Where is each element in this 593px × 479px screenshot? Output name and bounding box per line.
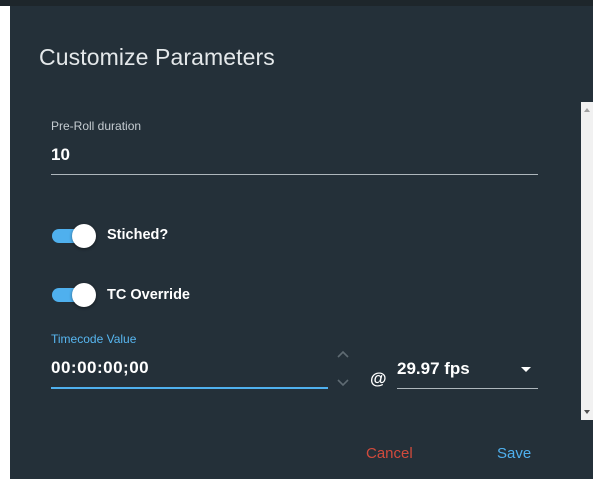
tc-override-toggle[interactable] (50, 283, 96, 307)
stitched-label: Stiched? (107, 227, 169, 243)
timecode-input[interactable]: 00:00:00;00 (51, 358, 149, 378)
preroll-input[interactable]: 10 (51, 145, 70, 165)
toggle-knob (72, 224, 96, 248)
preroll-underline (51, 174, 538, 175)
stitched-toggle[interactable] (50, 224, 96, 248)
at-separator: @ (370, 369, 387, 388)
cancel-button[interactable]: Cancel (366, 445, 413, 462)
scrollbar[interactable] (581, 102, 593, 420)
toggle-knob (72, 283, 96, 307)
tc-override-label: TC Override (107, 287, 190, 303)
fps-select-value[interactable]: 29.97 fps (397, 359, 470, 379)
chevron-up-icon[interactable] (335, 347, 351, 361)
timecode-underline (51, 387, 328, 389)
chevron-down-icon[interactable] (335, 376, 351, 390)
scroll-down-icon[interactable] (584, 410, 590, 414)
dialog-title: Customize Parameters (39, 44, 275, 70)
customize-parameters-dialog: Customize Parameters Pre-Roll duration 1… (10, 6, 593, 479)
scroll-up-icon[interactable] (584, 108, 590, 112)
scrollbar-thumb[interactable] (583, 120, 591, 400)
caret-down-icon[interactable] (521, 367, 531, 372)
timecode-label: Timecode Value (51, 332, 137, 346)
preroll-label: Pre-Roll duration (51, 119, 142, 133)
fps-select-underline (397, 388, 538, 389)
save-button[interactable]: Save (497, 445, 531, 462)
